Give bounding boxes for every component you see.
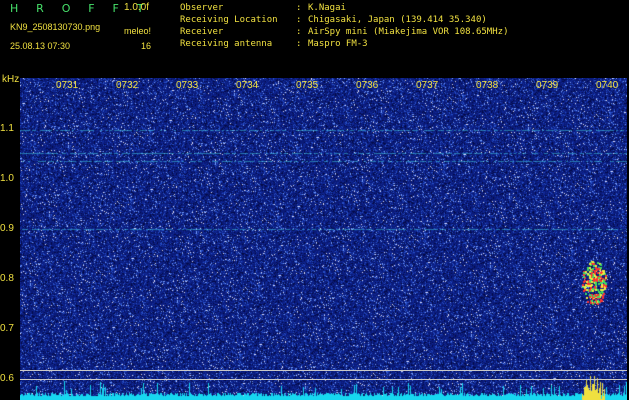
axis-unit: kHz [2,74,20,85]
meleo-count: 16 [141,41,152,51]
receiver-sep: : [296,27,302,37]
y-tick-label: 0.7 [0,323,14,334]
x-tick-label: 0736 [356,80,379,91]
x-tick-label: 0734 [236,80,259,91]
y-tick-label: 1.1 [0,123,14,134]
location-key: Receiving Location [180,15,278,25]
meleo-label: meleo! [124,26,152,36]
x-tick-label: 0731 [56,80,79,91]
y-tick-label: 0.9 [0,223,14,234]
location-value: Chigasaki, Japan (139.414 35.340) [308,15,487,25]
x-tick-label: 0733 [176,80,199,91]
spectrogram [20,78,627,400]
receiver-key: Receiver [180,27,224,37]
y-tick-label: 0.8 [0,273,14,284]
receiver-value: AirSpy mini (Miakejima VOR 108.65MHz) [308,27,509,37]
observer-value: K.Nagai [308,3,346,13]
x-tick-label: 0732 [116,80,139,91]
app-version: 1.0.0f [124,2,150,13]
location-sep: : [296,15,302,25]
antenna-sep: : [296,39,302,49]
y-tick-label: 1.0 [0,173,14,184]
x-tick-label: 0738 [476,80,499,91]
antenna-value: Maspro FM-3 [308,39,368,49]
antenna-key: Receiving antenna [180,39,273,49]
observer-sep: : [296,3,302,13]
x-tick-label: 0740 [596,80,619,91]
observer-key: Observer [180,3,224,13]
timestamp: 25.08.13 07:30 [10,41,71,51]
reference-line-lower [20,379,627,380]
x-tick-label: 0737 [416,80,439,91]
file-name: KN9_2508130730.png [10,22,101,32]
y-tick-label: 0.6 [0,373,14,384]
x-tick-label: 0735 [296,80,319,91]
reference-line-upper [20,370,627,371]
x-tick-label: 0739 [536,80,559,91]
